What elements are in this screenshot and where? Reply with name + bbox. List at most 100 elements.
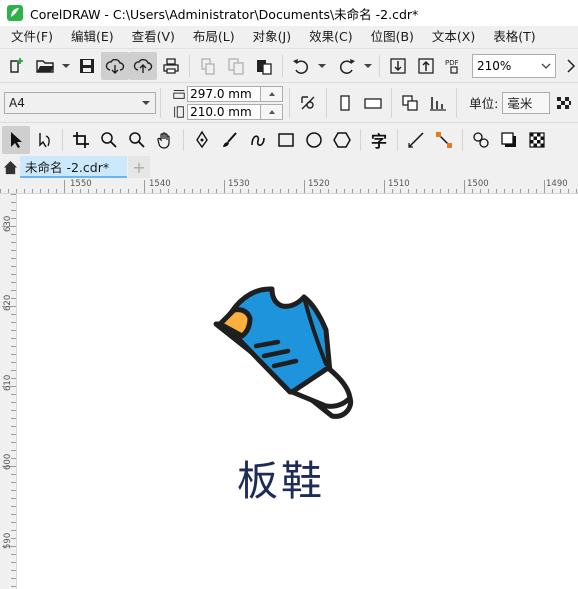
menu-edit[interactable]: 编辑(E) [62,26,123,48]
units-label: 单位: [469,96,499,111]
menu-object[interactable]: 对象(J) [244,26,300,48]
window-title: CorelDRAW - C:\Users\Administrator\Docum… [30,6,419,22]
toolbar-options-icon[interactable] [558,52,578,80]
ruler-label: 590 [3,532,13,549]
zoom-level-input[interactable] [473,54,535,77]
pen-tool-icon[interactable] [188,126,216,154]
vertical-ruler[interactable]: 630 620 610 600 590 [0,194,17,589]
copy-icon[interactable] [222,52,250,80]
landscape-icon[interactable] [359,89,387,117]
toolbox: 字 [0,122,578,156]
cloud-upload-icon[interactable] [129,51,157,80]
tab-document[interactable]: 未命名 -2.cdr* [20,156,127,178]
undo-dropdown-icon[interactable] [315,52,329,80]
current-page-icon[interactable] [424,89,452,117]
open-dropdown-icon[interactable] [59,52,73,80]
page-width-icon [171,86,187,102]
ruler-label: 1530 [228,179,250,189]
svg-text:PDF: PDF [445,59,459,67]
blend-tool-icon[interactable] [467,126,495,154]
ruler-label: 610 [3,374,13,391]
toolbar-separator [397,128,398,151]
title-bar: CorelDRAW - C:\Users\Administrator\Docum… [0,0,578,26]
redo-icon[interactable] [333,52,361,80]
cloud-download-icon[interactable] [101,51,129,80]
ruler-label: 1520 [308,179,330,189]
toolbar-separator [62,128,63,151]
connector-tool-icon[interactable] [430,126,458,154]
sneaker-icon[interactable] [212,284,354,420]
toolbar-separator [183,128,184,151]
menu-table[interactable]: 表格(T) [484,26,544,48]
transparency-tool-icon[interactable] [523,126,551,154]
toolbar-separator [289,87,291,118]
polygon-tool-icon[interactable] [328,126,356,154]
page-size-value: A4 [9,95,25,110]
ruler-label: 620 [3,294,13,311]
ellipse-tool-icon[interactable] [300,126,328,154]
publish-pdf-icon[interactable]: PDF [440,52,468,80]
page-size-select[interactable]: A4 [4,91,157,114]
shape-tool-icon[interactable] [30,126,58,154]
page-height-spinner[interactable] [261,103,284,120]
print-icon[interactable] [157,52,185,80]
export-icon[interactable] [412,52,440,80]
dimension-tool-icon[interactable] [402,126,430,154]
menu-effects[interactable]: 效果(C) [300,26,361,48]
page-height-input[interactable] [187,103,262,120]
crop-tool-icon[interactable] [67,126,95,154]
page-width-input[interactable] [187,85,262,102]
page-dimensions [171,85,284,120]
rectangle-tool-icon[interactable] [272,126,300,154]
coreldraw-logo-icon [7,5,23,21]
page-width-spinner[interactable] [261,85,284,102]
toolbar-separator [160,87,162,118]
new-document-icon[interactable] [3,52,31,80]
toolbar-separator [391,87,393,118]
menu-bar: 文件(F) 编辑(E) 查看(V) 布局(L) 对象(J) 效果(C) 位图(B… [0,26,578,48]
cut-icon[interactable] [194,52,222,80]
menu-file[interactable]: 文件(F) [0,26,62,48]
ruler-label: 1540 [149,179,171,189]
import-icon[interactable] [384,52,412,80]
menu-bitmaps[interactable]: 位图(B) [362,26,423,48]
horizontal-ruler[interactable]: 1550 1540 1530 1520 1510 1500 1490 [0,178,578,194]
portrait-icon[interactable] [331,89,359,117]
new-tab-button[interactable]: + [128,156,150,178]
redo-dropdown-icon[interactable] [361,52,375,80]
zoom-tool-icon[interactable] [95,126,123,154]
ruler-label: 1510 [388,179,410,189]
toolbar-separator [282,54,283,77]
canvas-text-caption[interactable]: 板鞋 [0,447,562,507]
zoom-out-tool-icon[interactable] [123,126,151,154]
pan-tool-icon[interactable] [151,126,179,154]
undo-icon[interactable] [287,52,315,80]
units-select[interactable]: 毫米 [502,91,550,114]
ruler-label: 630 [3,215,13,232]
chevron-down-icon[interactable] [535,54,555,77]
smart-draw-tool-icon[interactable] [244,126,272,154]
standard-toolbar: PDF [0,48,578,82]
menu-layout[interactable]: 布局(L) [184,26,244,48]
property-bar: A4 297.0 mm 210.0 mm 单位: 毫米 [0,82,578,122]
home-icon[interactable] [0,156,20,178]
open-folder-icon[interactable] [31,52,59,80]
ruler-label: 1490 [546,179,568,189]
menu-view[interactable]: 查看(V) [123,26,184,48]
ruler-label: 1500 [467,179,489,189]
toolbar-separator [379,54,380,77]
save-icon[interactable] [73,52,101,80]
menu-text[interactable]: 文本(X) [423,26,484,48]
zoom-level-combo[interactable] [472,53,556,78]
text-tool-icon[interactable]: 字 [365,126,393,154]
page-layout-icon[interactable] [294,89,322,117]
page-height-icon [171,104,187,120]
pick-tool-icon[interactable] [2,125,30,154]
brush-tool-icon[interactable] [216,126,244,154]
all-pages-icon[interactable] [396,89,424,117]
toolbar-separator [456,87,458,118]
drop-shadow-tool-icon[interactable] [495,126,523,154]
nudge-checker-icon[interactable] [550,89,578,117]
paste-icon[interactable] [250,52,278,80]
toolbar-separator [189,54,190,77]
